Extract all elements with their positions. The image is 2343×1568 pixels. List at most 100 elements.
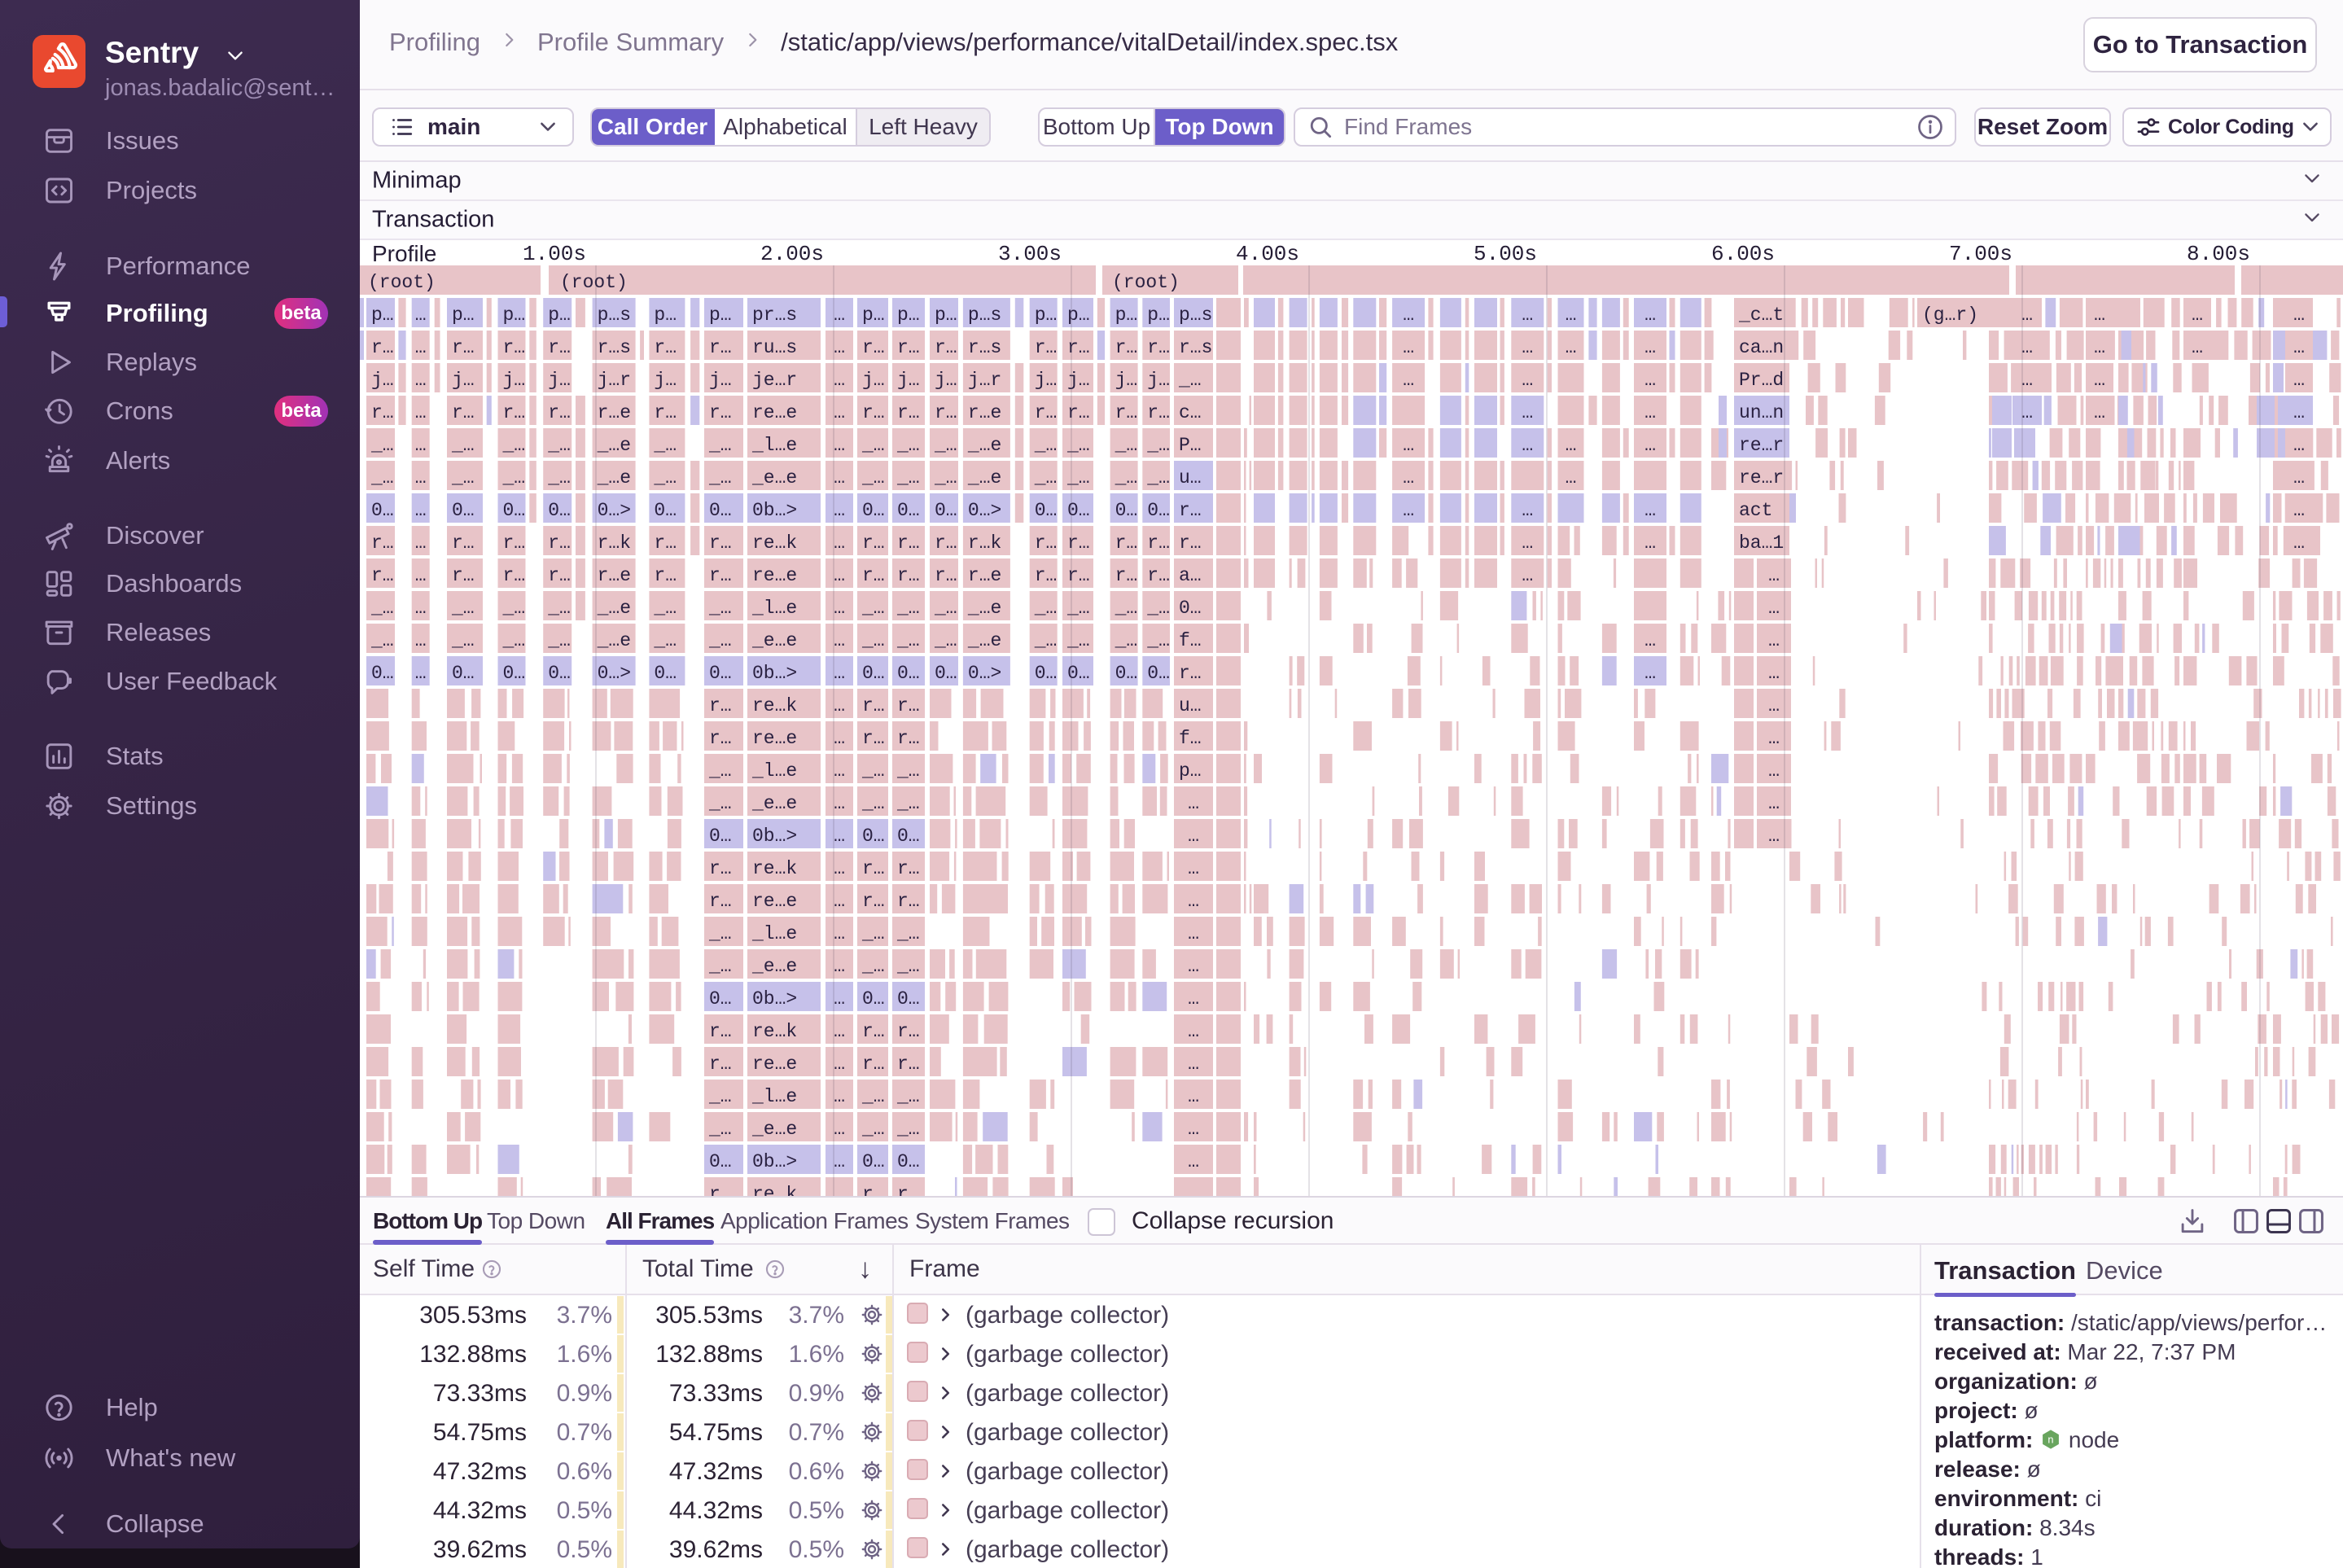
svg-text:_…: _…	[653, 598, 677, 619]
svg-text:0…: 0…	[371, 663, 394, 684]
svg-text:r…: r…	[548, 337, 571, 358]
svg-text:…: …	[834, 923, 845, 944]
svg-text:_…: _…	[451, 598, 475, 619]
svg-text:_e…e: _e…e	[751, 1119, 797, 1140]
svg-text:P…: P…	[1179, 435, 1202, 456]
svg-text:_…: _…	[861, 598, 885, 619]
svg-text:r…: r…	[1179, 663, 1202, 684]
svg-text:…: …	[834, 826, 845, 847]
svg-text:0b…>: 0b…>	[752, 1151, 797, 1172]
svg-text:r…: r…	[1035, 337, 1058, 358]
svg-text:_…: _…	[861, 956, 885, 977]
svg-text:…: …	[415, 500, 427, 521]
svg-text:Pr…d: Pr…d	[1739, 370, 1784, 391]
svg-text:…: …	[834, 304, 845, 326]
svg-text:0…>: 0…>	[968, 500, 1001, 521]
svg-text:re…k: re…k	[752, 858, 797, 879]
svg-text:r…: r…	[897, 402, 920, 423]
svg-text:_…: _…	[451, 435, 475, 456]
svg-text:_…: _…	[861, 760, 885, 782]
svg-text:…: …	[834, 1021, 845, 1042]
svg-text:0…>: 0…>	[598, 663, 631, 684]
svg-text:re…k: re…k	[752, 532, 797, 554]
svg-text:p…: p…	[548, 304, 571, 326]
svg-text:r…k: r…k	[598, 532, 631, 554]
svg-text:_…: _…	[861, 923, 885, 944]
svg-text:_…: _…	[1034, 598, 1058, 619]
svg-text:…: …	[834, 793, 845, 814]
svg-text:r…: r…	[862, 695, 885, 716]
svg-text:…: …	[1768, 630, 1780, 651]
svg-text:r…: r…	[862, 1021, 885, 1042]
svg-text:r…: r…	[897, 532, 920, 554]
svg-text:0…: 0…	[862, 988, 885, 1010]
svg-text:…: …	[834, 630, 845, 651]
svg-text:0…: 0…	[862, 826, 885, 847]
svg-text:_e…e: _e…e	[751, 467, 797, 488]
svg-text:…: …	[1768, 793, 1780, 814]
svg-text:…: …	[1644, 337, 1656, 358]
svg-text:_…: _…	[1034, 467, 1058, 488]
svg-text:…: …	[1403, 337, 1414, 358]
svg-text:…: …	[834, 370, 845, 391]
svg-text:…: …	[1522, 402, 1533, 423]
svg-text:…: …	[1188, 988, 1199, 1010]
svg-text:j…: j…	[897, 370, 920, 391]
svg-text:f…: f…	[1179, 630, 1202, 651]
svg-text:_…: _…	[861, 1086, 885, 1107]
svg-text:…: …	[1644, 402, 1656, 423]
svg-text:r…: r…	[654, 532, 677, 554]
svg-text:r…: r…	[654, 337, 677, 358]
svg-text:r…: r…	[862, 728, 885, 749]
svg-text:_…e: _…e	[967, 435, 1001, 456]
svg-text:r…: r…	[709, 532, 732, 554]
svg-text:…: …	[1188, 793, 1199, 814]
svg-text:…: …	[2293, 435, 2305, 456]
svg-text:r…: r…	[935, 337, 957, 358]
svg-text:r…e: r…e	[598, 402, 631, 423]
svg-text:0…: 0…	[862, 500, 885, 521]
svg-text:r…: r…	[862, 402, 885, 423]
svg-text:_…e: _…e	[597, 467, 631, 488]
svg-text:…: …	[415, 467, 427, 488]
svg-text:r…: r…	[862, 1184, 885, 1196]
svg-text:_…: _…	[896, 956, 920, 977]
svg-text:p…s: p…s	[598, 304, 631, 326]
svg-text:_…: _…	[896, 1086, 920, 1107]
svg-text:j…: j…	[548, 370, 571, 391]
svg-text:…: …	[834, 988, 845, 1010]
svg-text:…: …	[834, 891, 845, 912]
svg-text:…: …	[1188, 1119, 1199, 1140]
svg-text:re…e: re…e	[752, 728, 797, 749]
svg-text:_…: _…	[708, 598, 732, 619]
svg-text:0…: 0…	[1035, 500, 1058, 521]
svg-text:…: …	[415, 304, 427, 326]
svg-text:…: …	[1403, 467, 1414, 488]
svg-text:re…k: re…k	[752, 1184, 797, 1196]
svg-text:…: …	[1522, 337, 1533, 358]
svg-text:_…: _…	[547, 598, 571, 619]
svg-text:…: …	[1403, 370, 1414, 391]
svg-text:_…: _…	[1066, 630, 1090, 651]
svg-text:r…: r…	[1147, 565, 1170, 586]
svg-text:j…: j…	[1035, 370, 1058, 391]
svg-text:f…: f…	[1179, 728, 1202, 749]
svg-text:act: act	[1739, 500, 1772, 521]
svg-text:…: …	[1188, 1021, 1199, 1042]
svg-text:_…: _…	[934, 467, 957, 488]
svg-text:0…: 0…	[935, 663, 957, 684]
svg-text:_…: _…	[502, 630, 526, 651]
svg-text:_…: _…	[708, 1086, 732, 1107]
svg-text:j…r: j…r	[598, 370, 631, 391]
svg-text:j…: j…	[709, 370, 732, 391]
svg-text:…: …	[2021, 370, 2033, 391]
svg-text:r…: r…	[503, 565, 526, 586]
svg-text:r…: r…	[371, 402, 394, 423]
svg-text:u…: u…	[1179, 467, 1202, 488]
svg-text:_…: _…	[1146, 435, 1170, 456]
svg-text:j…: j…	[1115, 370, 1138, 391]
svg-text:…: …	[1522, 304, 1533, 326]
svg-text:_…: _…	[1146, 598, 1170, 619]
svg-text:p…: p…	[897, 304, 920, 326]
svg-text:…: …	[1522, 500, 1533, 521]
